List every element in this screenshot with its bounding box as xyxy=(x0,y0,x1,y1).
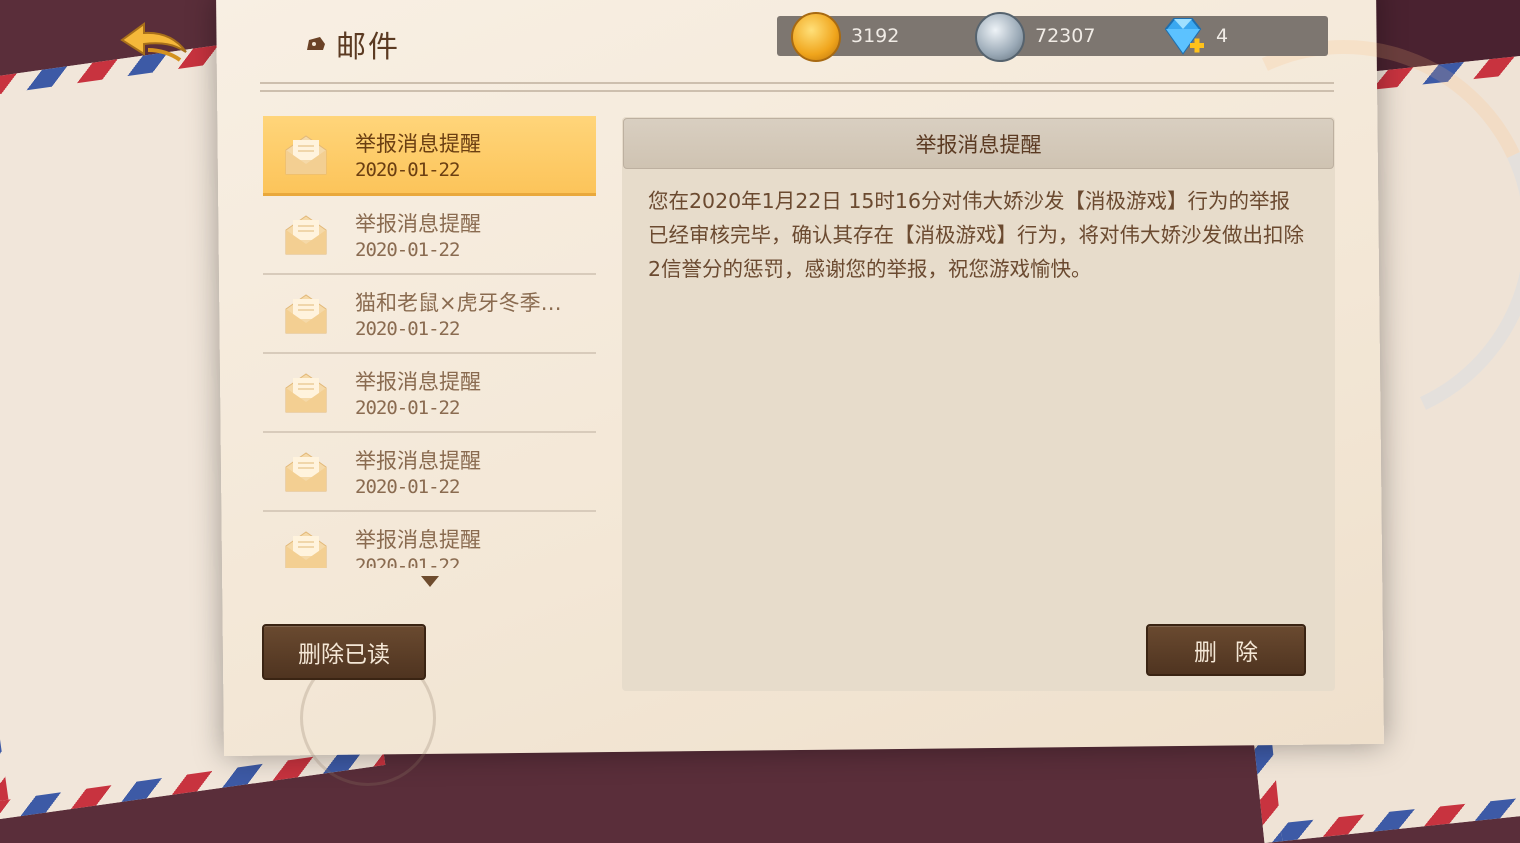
mail-title: 举报消息提醒 xyxy=(355,132,481,156)
header-divider xyxy=(260,82,1334,92)
scroll-down-arrow-icon[interactable] xyxy=(421,576,439,587)
envelope-open-icon xyxy=(285,373,327,413)
currency-bar: 3192 72307 4 xyxy=(777,12,1328,62)
back-button[interactable] xyxy=(118,20,192,64)
mail-date: 2020-01-22 xyxy=(355,555,460,568)
page-title-group: 邮件 xyxy=(306,22,400,66)
mail-list-item[interactable]: 猫和老鼠×虎牙冬季… 2020-01-22 xyxy=(263,275,596,354)
delete-read-button[interactable]: 删除已读 xyxy=(262,624,426,680)
envelope-open-icon xyxy=(285,215,327,255)
gold-coin-icon xyxy=(791,12,841,62)
mail-title: 举报消息提醒 xyxy=(355,370,481,394)
envelope-open-icon xyxy=(285,531,327,568)
mail-detail-title: 举报消息提醒 xyxy=(623,118,1334,169)
silver-coin-counter: 72307 xyxy=(975,12,1096,62)
mail-date: 2020-01-22 xyxy=(355,397,460,419)
mail-list-item[interactable]: 举报消息提醒 2020-01-22 xyxy=(263,512,596,568)
silver-coin-icon xyxy=(975,12,1025,62)
cheese-icon xyxy=(307,37,325,50)
envelope-open-icon xyxy=(285,135,327,175)
gold-coin-value: 3192 xyxy=(851,25,900,47)
silver-coin-value: 72307 xyxy=(1035,25,1096,47)
mail-title: 举报消息提醒 xyxy=(355,449,481,473)
mail-list-item[interactable]: 举报消息提醒 2020-01-22 xyxy=(263,196,596,275)
mail-list-item[interactable]: 举报消息提醒 2020-01-22 xyxy=(263,116,596,196)
mail-date: 2020-01-22 xyxy=(355,239,460,261)
diamond-counter[interactable]: 4 xyxy=(1160,16,1228,56)
page-title: 邮件 xyxy=(336,30,400,65)
mail-title: 猫和老鼠×虎牙冬季… xyxy=(355,291,562,315)
mail-date: 2020-01-22 xyxy=(355,318,460,340)
diamond-value: 4 xyxy=(1216,25,1229,47)
mail-list-item[interactable]: 举报消息提醒 2020-01-22 xyxy=(263,354,596,433)
envelope-open-icon xyxy=(285,294,327,334)
mail-title: 举报消息提醒 xyxy=(355,528,481,552)
mail-title: 举报消息提醒 xyxy=(355,212,481,236)
envelope-open-icon xyxy=(285,452,327,492)
diamond-add-icon[interactable] xyxy=(1160,13,1206,59)
mail-date: 2020-01-22 xyxy=(355,476,460,498)
mail-list-item[interactable]: 举报消息提醒 2020-01-22 xyxy=(263,433,596,512)
mail-date: 2020-01-22 xyxy=(355,159,460,181)
mail-detail-body: 您在2020年1月22日 15时16分对伟大娇沙发【消极游戏】行为的举报已经审核… xyxy=(648,189,1304,281)
back-arrow-icon xyxy=(120,22,187,62)
mail-list[interactable]: 举报消息提醒 2020-01-22 举报消息提醒 2020-01-22 猫和老鼠… xyxy=(263,116,596,568)
gold-coin-counter: 3192 xyxy=(791,12,900,62)
delete-button[interactable]: 删除 xyxy=(1146,624,1306,676)
